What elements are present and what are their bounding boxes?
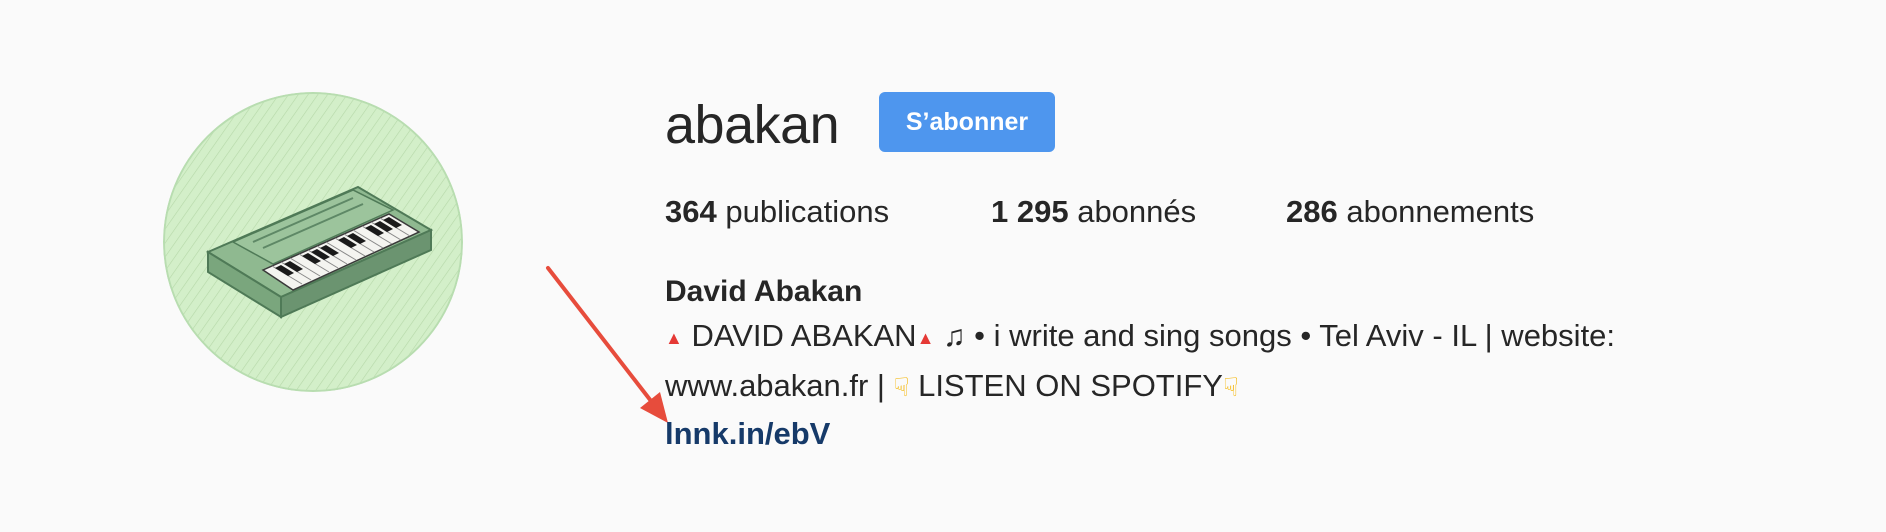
red-triangle-icon: ▲ <box>665 327 683 348</box>
pointing-down-icon: ☟ <box>1222 371 1239 402</box>
profile-username: abakan <box>665 95 840 155</box>
bio-text: • i write and sing songs • Tel Aviv - IL… <box>974 318 1616 353</box>
bio-text: DAVID ABAKAN <box>691 318 917 353</box>
annotation-arrow <box>546 266 668 423</box>
posts-count: 364 <box>665 194 717 229</box>
followers-label: abonnés <box>1077 194 1197 229</box>
following-count: 286 <box>1286 194 1338 229</box>
bio-external-link[interactable]: lnnk.in/ebV <box>665 411 830 457</box>
pointing-down-icon: ☟ <box>893 371 910 402</box>
red-triangle-icon: ▲ <box>916 327 935 348</box>
profile-bio: David Abakan ▲ DAVID ABAKAN▲ ♫ • i write… <box>665 272 1805 457</box>
bio-name: David Abakan <box>665 275 863 308</box>
profile-avatar[interactable] <box>163 92 463 392</box>
bio-line-1: ▲ DAVID ABAKAN▲ ♫ • i write and sing son… <box>665 312 1805 362</box>
music-note-icon: ♫ <box>943 320 966 353</box>
keyboard-piano-icon <box>163 92 463 392</box>
bio-line-2: www.abakan.fr | ☟ LISTEN ON SPOTIFY☟ <box>665 362 1805 411</box>
bio-text: www.abakan.fr | <box>665 367 885 403</box>
posts-stat[interactable]: 364 publications <box>665 192 889 232</box>
follow-button[interactable]: S’abonner <box>879 92 1055 152</box>
followers-stat[interactable]: 1 295 abonnés <box>991 192 1196 232</box>
bio-text: LISTEN ON SPOTIFY <box>918 367 1223 403</box>
following-label: abonnements <box>1346 194 1535 229</box>
following-stat[interactable]: 286 abonnements <box>1286 192 1534 232</box>
followers-count: 1 295 <box>991 194 1069 229</box>
posts-label: publications <box>725 194 890 229</box>
